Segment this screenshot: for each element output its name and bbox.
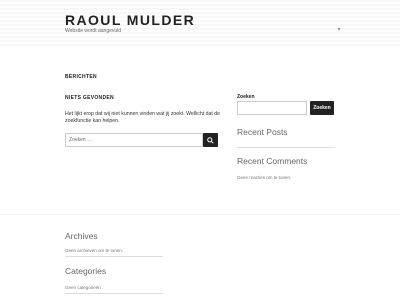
recent-comments-empty: Geen reacties om te tonen. <box>237 175 292 180</box>
site-title[interactable]: RAOUL MULDER <box>65 12 195 28</box>
categories-title: Categories <box>65 266 107 276</box>
archives-title: Archives <box>65 231 98 241</box>
sidebar-search-button[interactable]: Zoeken <box>310 101 334 115</box>
footer <box>0 214 400 301</box>
page-heading: BERICHTEN <box>65 74 97 80</box>
sidebar-search-label: Zoeken <box>237 94 255 100</box>
recent-posts-title: Recent Posts <box>237 127 288 137</box>
search-submit-button[interactable] <box>203 133 218 147</box>
search-icon <box>207 136 214 144</box>
search-input[interactable]: Zoeken … <box>65 133 203 147</box>
divider <box>65 256 163 257</box>
divider <box>65 293 163 294</box>
archives-empty: Geen archieven om te tonen. <box>65 248 124 253</box>
site-header: RAOUL MULDER Website wordt aangevuld ▾ <box>0 0 400 48</box>
not-found-title: NIETS GEVONDEN <box>65 95 114 101</box>
site-description: Website wordt aangevuld <box>65 28 122 34</box>
divider <box>237 147 335 148</box>
recent-comments-title: Recent Comments <box>237 156 308 166</box>
sidebar-search-input[interactable] <box>237 101 307 115</box>
menu-toggle-icon[interactable]: ▾ <box>336 27 342 33</box>
not-found-text: Het lijkt erop dat wij niet kunnen vinde… <box>65 111 221 124</box>
categories-empty: Geen categorieën <box>65 285 101 290</box>
